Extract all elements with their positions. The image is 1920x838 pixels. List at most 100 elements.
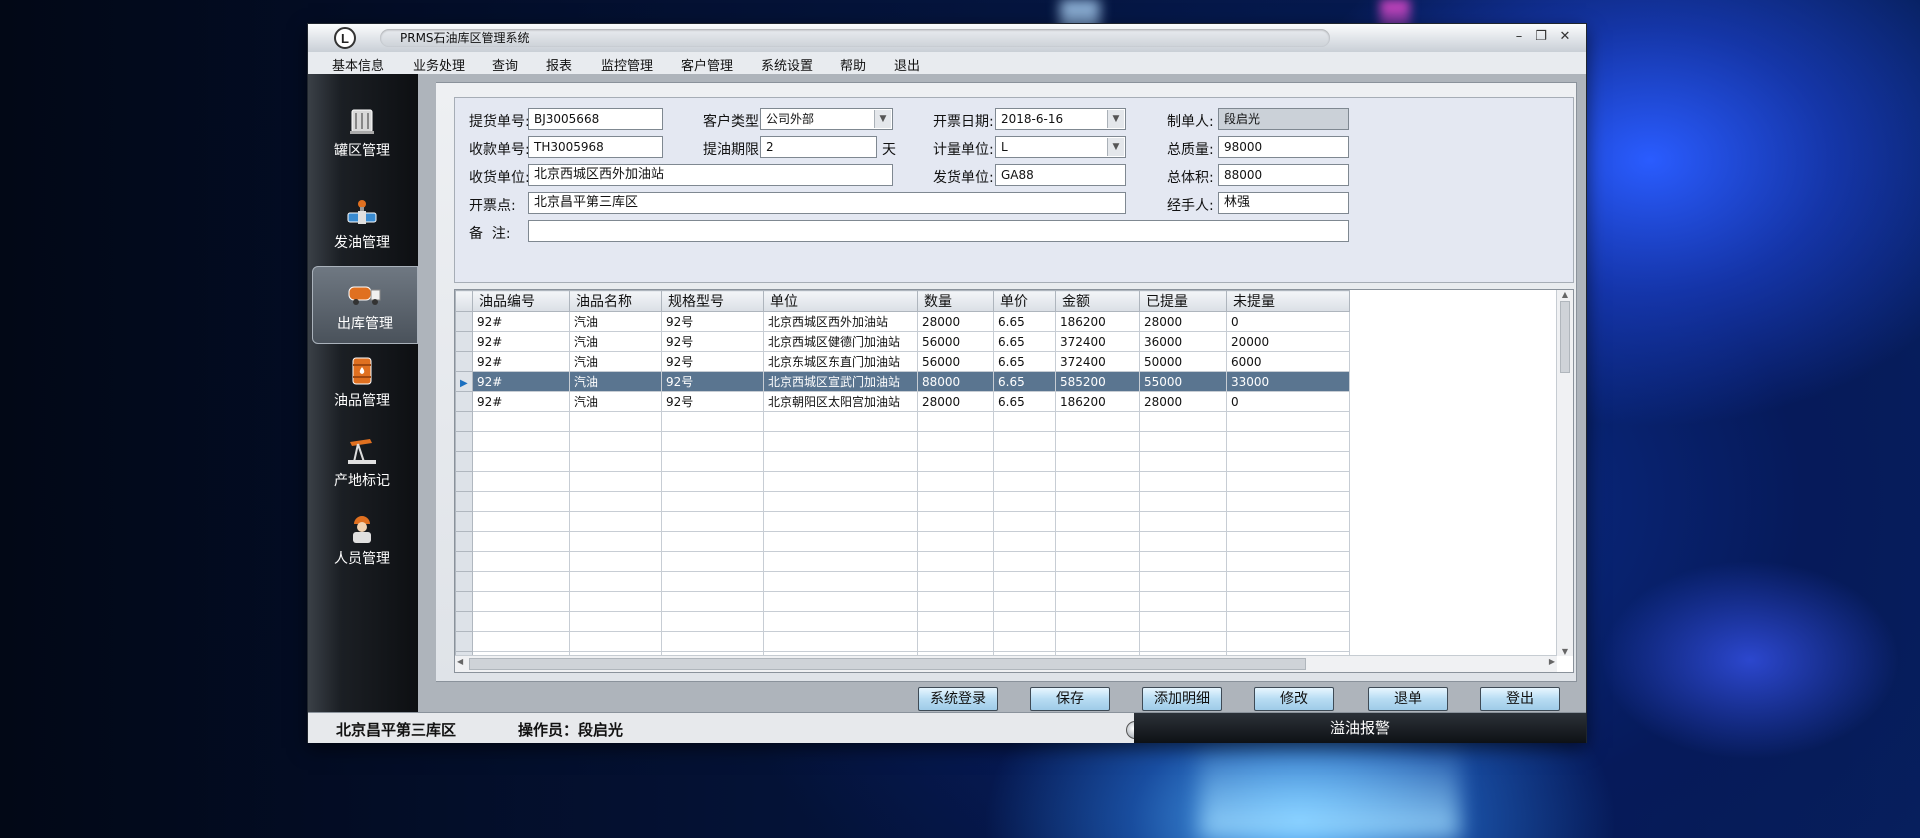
table-row[interactable]: 92# 汽油 92号 北京东城区东直门加油站 56000 6.65 372400 50000 6… <box>455 351 1350 372</box>
cell-spec[interactable] <box>661 411 764 432</box>
cell-price[interactable]: 6.65 <box>993 391 1056 412</box>
chevron-down-icon[interactable]: ▼ <box>1107 138 1124 156</box>
col-header-spec[interactable]: 规格型号 <box>661 290 764 312</box>
cell-amount[interactable] <box>1055 411 1140 432</box>
cell-amount[interactable]: 186200 <box>1055 311 1140 332</box>
cell-unpicked[interactable]: 33000 <box>1226 371 1350 392</box>
cell-oil-name[interactable] <box>569 451 662 472</box>
table-row[interactable]: ▶ 92# 汽油 92号 北京西城区宣武门加油站 88000 6.65 585200 55000… <box>455 371 1350 392</box>
cell-quantity[interactable] <box>917 451 994 472</box>
cell-picked[interactable]: 36000 <box>1139 331 1227 352</box>
table-row[interactable] <box>455 431 1350 452</box>
table-row[interactable] <box>455 571 1350 592</box>
sidebar-item-oil[interactable]: 油品管理 <box>312 344 412 422</box>
cell-unit[interactable] <box>763 431 918 452</box>
row-indicator[interactable] <box>455 331 473 352</box>
cell-quantity[interactable] <box>917 591 994 612</box>
row-indicator[interactable] <box>455 351 473 372</box>
scroll-up-icon[interactable]: ▲ <box>1557 290 1573 299</box>
pickup-period-field[interactable]: 2 <box>760 136 877 158</box>
cell-oil-code[interactable] <box>472 411 570 432</box>
measure-unit-select[interactable]: L ▼ <box>995 136 1126 158</box>
cell-quantity[interactable] <box>917 571 994 592</box>
cell-oil-code[interactable] <box>472 431 570 452</box>
cell-spec[interactable] <box>661 431 764 452</box>
cell-oil-name[interactable] <box>569 411 662 432</box>
table-row[interactable]: 92# 汽油 92号 北京朝阳区太阳宫加油站 28000 6.65 186200 28000 0 <box>455 391 1350 412</box>
table-row[interactable] <box>455 531 1350 552</box>
menu-basic-info[interactable]: 基本信息 <box>332 55 384 74</box>
cell-amount[interactable] <box>1055 451 1140 472</box>
menu-query[interactable]: 查询 <box>492 55 518 74</box>
cell-spec[interactable] <box>661 611 764 632</box>
menu-report[interactable]: 报表 <box>546 55 572 74</box>
menu-help[interactable]: 帮助 <box>840 55 866 74</box>
col-header-quantity[interactable]: 数量 <box>917 290 994 312</box>
cell-price[interactable] <box>993 451 1056 472</box>
cell-picked[interactable] <box>1139 531 1227 552</box>
row-indicator[interactable] <box>455 551 473 572</box>
cell-picked[interactable] <box>1139 571 1227 592</box>
row-indicator[interactable] <box>455 491 473 512</box>
scroll-down-icon[interactable]: ▼ <box>1557 647 1573 656</box>
cell-oil-code[interactable]: 92# <box>472 351 570 372</box>
cell-oil-code[interactable] <box>472 631 570 652</box>
cell-spec[interactable]: 92号 <box>661 351 764 372</box>
cell-unpicked[interactable] <box>1226 451 1350 472</box>
row-indicator[interactable] <box>455 591 473 612</box>
menu-business[interactable]: 业务处理 <box>413 55 465 74</box>
cell-oil-code[interactable] <box>472 511 570 532</box>
cell-unit[interactable] <box>763 531 918 552</box>
invoice-date-picker[interactable]: 2018-6-16 ▼ <box>995 108 1126 130</box>
table-row[interactable] <box>455 611 1350 632</box>
table-row[interactable] <box>455 551 1350 572</box>
cell-oil-code[interactable] <box>472 571 570 592</box>
save-button[interactable]: 保存 <box>1030 687 1110 711</box>
table-row[interactable]: 92# 汽油 92号 北京西城区健德门加油站 56000 6.65 372400 36000 2… <box>455 331 1350 352</box>
cell-price[interactable] <box>993 491 1056 512</box>
scroll-right-icon[interactable]: ▶ <box>1549 657 1555 666</box>
cell-unit[interactable] <box>763 511 918 532</box>
cell-amount[interactable] <box>1055 491 1140 512</box>
cell-oil-name[interactable]: 汽油 <box>569 391 662 412</box>
cell-quantity[interactable] <box>917 511 994 532</box>
scroll-thumb[interactable] <box>1560 301 1570 373</box>
cell-quantity[interactable]: 28000 <box>917 311 994 332</box>
cell-unpicked[interactable]: 20000 <box>1226 331 1350 352</box>
cell-oil-code[interactable]: 92# <box>472 331 570 352</box>
cell-price[interactable]: 6.65 <box>993 371 1056 392</box>
cell-spec[interactable] <box>661 451 764 472</box>
cell-spec[interactable] <box>661 571 764 592</box>
cell-picked[interactable] <box>1139 511 1227 532</box>
minimize-icon[interactable]: – <box>1510 29 1528 44</box>
remark-field[interactable] <box>528 220 1349 242</box>
row-indicator[interactable] <box>455 391 473 412</box>
cell-unit[interactable]: 北京朝阳区太阳宫加油站 <box>763 391 918 412</box>
cell-unit[interactable] <box>763 591 918 612</box>
invoice-point-field[interactable]: 北京昌平第三库区 <box>528 192 1126 214</box>
cell-unit[interactable] <box>763 411 918 432</box>
cell-amount[interactable]: 372400 <box>1055 331 1140 352</box>
cell-quantity[interactable] <box>917 551 994 572</box>
cell-oil-code[interactable]: 92# <box>472 371 570 392</box>
cell-oil-code[interactable] <box>472 611 570 632</box>
vertical-scrollbar[interactable]: ▲ ▼ <box>1556 290 1573 656</box>
cell-unit[interactable] <box>763 631 918 652</box>
scroll-left-icon[interactable]: ◀ <box>457 657 463 666</box>
shipper-field[interactable]: GA88 <box>995 164 1126 186</box>
receiver-field[interactable]: 北京西城区西外加油站 <box>528 164 893 186</box>
cell-picked[interactable] <box>1139 431 1227 452</box>
cell-spec[interactable] <box>661 511 764 532</box>
customer-type-select[interactable]: 公司外部 ▼ <box>760 108 893 130</box>
col-header-unpicked[interactable]: 未提量 <box>1226 290 1350 312</box>
table-row[interactable] <box>455 451 1350 472</box>
sidebar-item-dispatch[interactable]: 发油管理 <box>312 186 412 264</box>
chevron-down-icon[interactable]: ▼ <box>874 110 891 128</box>
cell-unpicked[interactable] <box>1226 531 1350 552</box>
cell-price[interactable] <box>993 631 1056 652</box>
cell-quantity[interactable] <box>917 531 994 552</box>
col-header-oil-code[interactable]: 油品编号 <box>472 290 570 312</box>
cell-oil-code[interactable] <box>472 471 570 492</box>
col-header-oil-name[interactable]: 油品名称 <box>569 290 662 312</box>
cell-amount[interactable] <box>1055 611 1140 632</box>
